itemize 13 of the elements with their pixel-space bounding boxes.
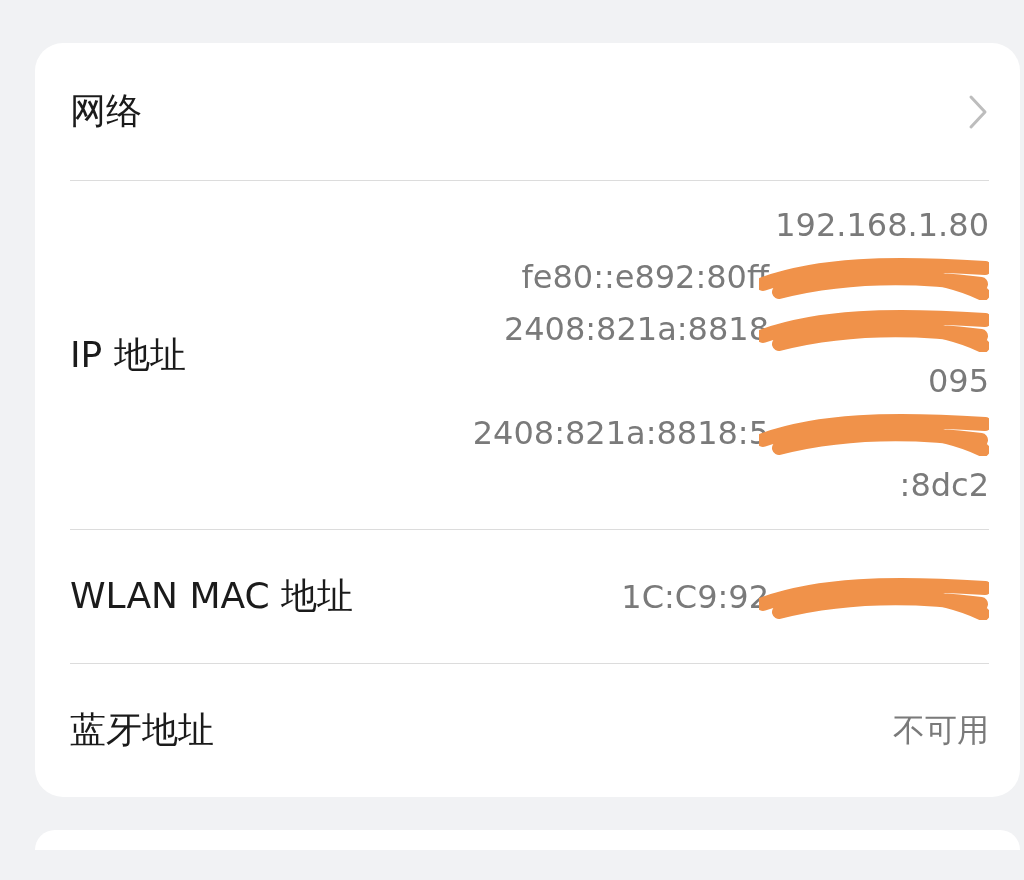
setting-value: 1C:C9:92	[621, 577, 769, 616]
setting-value: 2408:821a:8818	[503, 310, 769, 348]
setting-label: IP 地址	[70, 332, 186, 377]
setting-value: fe80::e892:80ff	[521, 258, 769, 296]
setting-value: 不可用	[893, 709, 989, 751]
setting-label: 蓝牙地址	[70, 708, 214, 752]
chevron-right-icon[interactable]	[967, 93, 989, 130]
setting-value: 095	[927, 362, 989, 400]
setting-value: :8dc2	[899, 466, 989, 504]
setting-value: 192.168.1.80	[775, 206, 989, 244]
setting-label: WLAN MAC 地址	[70, 574, 354, 618]
setting-label[interactable]: 网络	[70, 87, 142, 136]
setting-value: 2408:821a:8818:5	[472, 414, 769, 452]
